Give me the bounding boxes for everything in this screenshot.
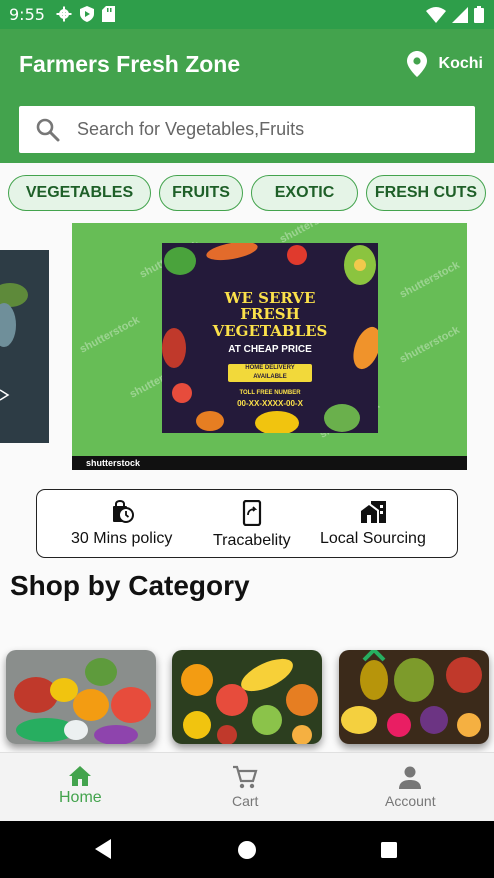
nav-account[interactable]: Account (385, 765, 436, 809)
app-header: Farmers Fresh Zone Kochi (0, 29, 494, 163)
bottom-navigation: Home Cart Account (0, 752, 494, 821)
search-bar[interactable] (19, 106, 475, 153)
signal-icon (452, 6, 468, 23)
feature-label: Tracabelity (213, 532, 291, 549)
location-label: Kochi (438, 55, 483, 72)
toll-free-label: TOLL FREE NUMBER (239, 390, 301, 396)
features-box: 30 Mins policy Tracabelity Local Sourcin… (36, 489, 458, 558)
phone-share-icon (242, 500, 261, 526)
previous-banner-image (0, 250, 49, 443)
svg-text:shutterstock: shutterstock (78, 314, 143, 356)
nav-home[interactable]: Home (59, 765, 102, 807)
nav-label: Account (385, 793, 436, 809)
fruits-image (172, 650, 322, 744)
search-input[interactable] (77, 119, 447, 140)
promo-banner[interactable]: shutterstock shutterstock shutterstock s… (72, 223, 467, 470)
category-card-vegetables[interactable] (6, 650, 156, 744)
location-pin-icon (406, 51, 427, 77)
status-time: 9:55 (9, 5, 45, 24)
chip-vegetables[interactable]: VEGETABLES (8, 175, 151, 211)
status-bar: 9:55 (0, 0, 494, 29)
location-selector[interactable]: Kochi (406, 51, 483, 77)
section-title: Shop by Category (10, 570, 250, 601)
back-icon[interactable] (93, 838, 113, 860)
search-icon (36, 118, 60, 141)
feature-label: Local Sourcing (320, 530, 426, 547)
app-title: Farmers Fresh Zone (19, 51, 241, 77)
vegetables-image (6, 650, 156, 744)
feature-local-sourcing: Local Sourcing (320, 500, 426, 548)
battery-icon (474, 6, 484, 23)
store-icon (360, 501, 386, 523)
system-navigation-bar (0, 821, 494, 878)
toll-free-number: 00-XX-XXXX-00-X (237, 399, 303, 408)
home-circle-icon[interactable] (237, 840, 257, 860)
cart-icon (233, 765, 258, 789)
chip-fresh-cuts[interactable]: FRESH CUTS (366, 175, 486, 211)
sd-card-icon (102, 6, 115, 22)
banner-line-3: VEGETABLES (212, 322, 328, 340)
svg-text:shutterstock: shutterstock (398, 259, 463, 301)
home-icon (69, 766, 92, 786)
exotic-image (339, 650, 489, 744)
wifi-icon (426, 6, 446, 23)
settings-icon (56, 6, 72, 22)
delivery-badge: HOME DELIVERY AVAILABLE (228, 364, 312, 382)
feature-label: 30 Mins policy (71, 530, 173, 547)
recents-icon[interactable] (380, 841, 398, 859)
nav-label: Home (59, 789, 102, 806)
timer-bag-icon (112, 500, 134, 523)
category-card-exotic[interactable] (339, 650, 489, 744)
category-card-fruits[interactable] (172, 650, 322, 744)
category-chips: VEGETABLES FRUITS EXOTIC FRESH CUTS (0, 175, 494, 213)
feature-30-mins: 30 Mins policy (71, 500, 172, 548)
svg-text:shutterstock: shutterstock (398, 324, 463, 366)
banner-line-4: AT CHEAP PRICE (228, 344, 312, 355)
shield-play-icon (80, 6, 94, 22)
banner-poster: WE SERVE FRESH VEGETABLES AT CHEAP PRICE… (162, 243, 378, 433)
previous-banner[interactable] (0, 250, 49, 443)
chip-fruits[interactable]: FRUITS (159, 175, 243, 211)
banner-line-2: FRESH (240, 305, 300, 323)
account-icon (399, 766, 422, 789)
banner-watermark: shutterstock (72, 456, 467, 470)
nav-label: Cart (232, 793, 259, 809)
nav-cart[interactable]: Cart (232, 765, 258, 809)
chip-exotic[interactable]: EXOTIC (251, 175, 358, 211)
feature-traceability: Tracabelity (213, 500, 291, 550)
